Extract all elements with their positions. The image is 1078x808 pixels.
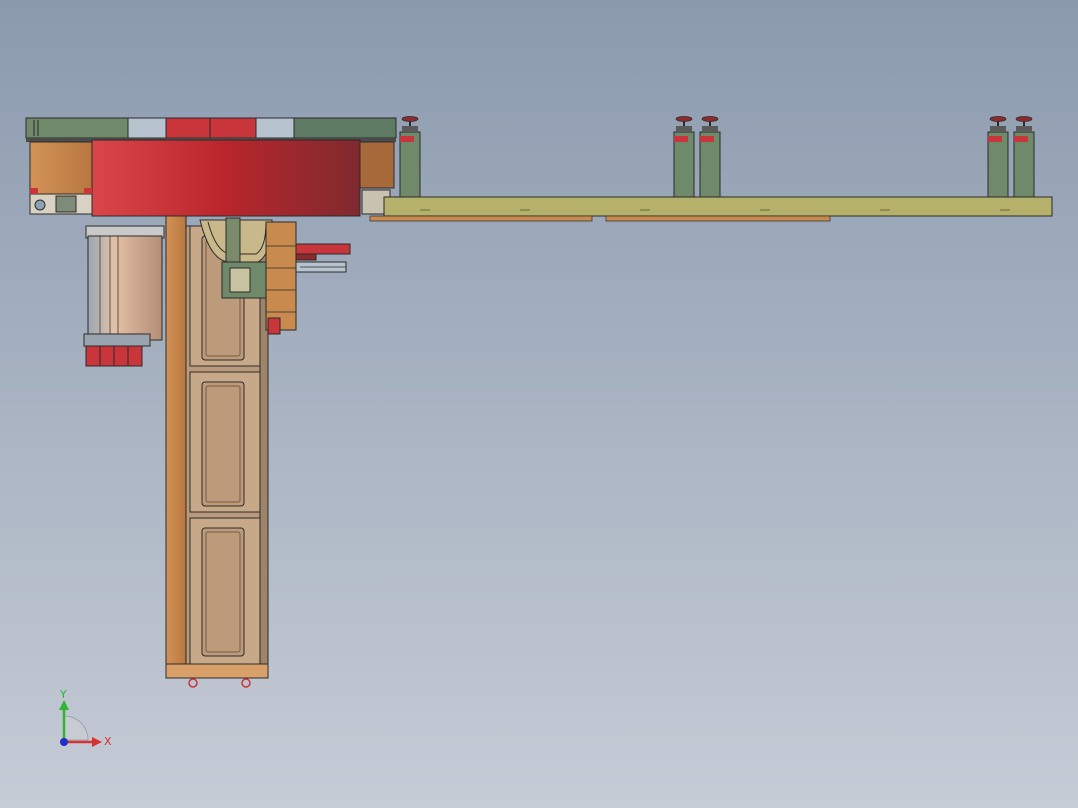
- turntable-top-ring[interactable]: [25, 117, 397, 139]
- support-post-1[interactable]: [399, 116, 421, 198]
- x-axis-label: X: [104, 735, 112, 748]
- support-post-2[interactable]: [673, 116, 721, 198]
- axis-triad-quadrant: [63, 715, 89, 741]
- support-post-3[interactable]: [987, 116, 1035, 198]
- door-panel-3[interactable]: [189, 517, 261, 665]
- film-roll-assembly[interactable]: [83, 225, 165, 367]
- x-axis-arrowhead: [92, 737, 102, 747]
- z-axis-dot: [60, 738, 68, 746]
- y-axis-label: Y: [59, 688, 67, 701]
- pneumatic-arm[interactable]: [295, 243, 351, 273]
- turntable-body[interactable]: [26, 138, 396, 217]
- boom-arm[interactable]: [369, 196, 1053, 222]
- cad-viewport[interactable]: Y X: [0, 0, 1078, 808]
- machine-model[interactable]: Y X: [0, 0, 1078, 808]
- y-axis-arrowhead: [59, 700, 69, 710]
- door-panel-2[interactable]: [189, 371, 261, 513]
- axis-triad: Y X: [59, 688, 112, 748]
